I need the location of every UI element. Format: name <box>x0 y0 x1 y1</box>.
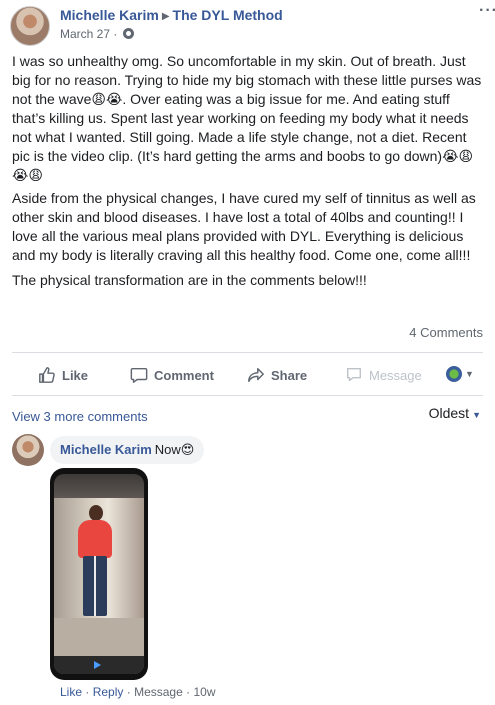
comment-video-attachment[interactable] <box>50 468 148 680</box>
message-icon <box>346 367 362 382</box>
video-person-legs <box>83 556 107 616</box>
separator: · <box>85 685 90 699</box>
comment-label: Comment <box>154 367 214 383</box>
chevron-down-icon: ▼ <box>465 369 474 379</box>
post-title-line: Michelle Karim ▶ The DYL Method <box>60 7 283 23</box>
separator: · <box>126 685 131 699</box>
share-icon <box>248 367 264 383</box>
comment-bubble: Michelle Karim Now😍 <box>50 436 205 464</box>
comments-count-link[interactable]: 4 Comments <box>409 325 483 340</box>
comment-icon <box>130 367 148 383</box>
share-label: Share <box>271 367 308 383</box>
like-icon <box>39 367 55 383</box>
audience-selector[interactable]: ▼ <box>446 366 474 382</box>
message-label: Message <box>369 367 422 383</box>
author-avatar[interactable] <box>10 6 50 46</box>
video-person-shirt <box>78 520 112 558</box>
divider <box>12 395 483 396</box>
post-date[interactable]: March 27 · <box>60 27 117 41</box>
comment-text: Now😍 <box>154 442 195 457</box>
comment-actions: Like · Reply · Message · 10w <box>60 685 215 699</box>
video-floor <box>54 618 144 658</box>
globe-icon <box>122 28 134 39</box>
post-body: I was so unhealthy omg. So uncomfortable… <box>12 52 486 294</box>
share-button[interactable]: Share <box>247 366 307 384</box>
divider <box>12 352 483 353</box>
commenter-name-link[interactable]: Michelle Karim <box>60 442 152 457</box>
comment-reply-link[interactable]: Reply <box>93 685 124 699</box>
post-paragraph: The physical transformation are in the c… <box>12 272 367 288</box>
comment-sort-label: Oldest <box>428 405 470 421</box>
post-paragraph: I was so unhealthy omg. So uncomfortable… <box>12 53 482 183</box>
comment-button[interactable]: Comment <box>130 366 214 384</box>
commenter-avatar[interactable] <box>12 434 44 466</box>
post-paragraph: Aside from the physical changes, I have … <box>12 190 476 263</box>
audience-icon <box>446 366 462 382</box>
more-icon[interactable]: ··· <box>479 3 495 19</box>
chevron-down-icon: ▼ <box>472 410 481 420</box>
view-more-comments-link[interactable]: View 3 more comments <box>12 409 148 424</box>
author-name-link[interactable]: Michelle Karim <box>60 7 159 23</box>
video-person-head <box>89 505 103 521</box>
post-header: Michelle Karim ▶ The DYL Method March 27 ·… <box>10 3 495 46</box>
post-meta: March 27 · <box>60 27 134 41</box>
comment-message-link[interactable]: Message <box>134 685 183 699</box>
like-label: Like <box>62 367 89 383</box>
comment-like-link[interactable]: Like <box>60 685 82 699</box>
group-name-link[interactable]: The DYL Method <box>173 7 283 23</box>
play-icon[interactable] <box>94 661 101 669</box>
comment-sort-dropdown[interactable]: Oldest ▼ <box>429 405 481 421</box>
like-button[interactable]: Like <box>38 366 88 384</box>
separator: · <box>186 685 191 699</box>
arrow-right-icon: ▶ <box>161 11 170 22</box>
comment-time[interactable]: 10w <box>193 685 215 699</box>
message-button[interactable]: Message <box>345 366 422 384</box>
post-actions-bar: Like Comment Share Message ▼ <box>12 360 483 390</box>
